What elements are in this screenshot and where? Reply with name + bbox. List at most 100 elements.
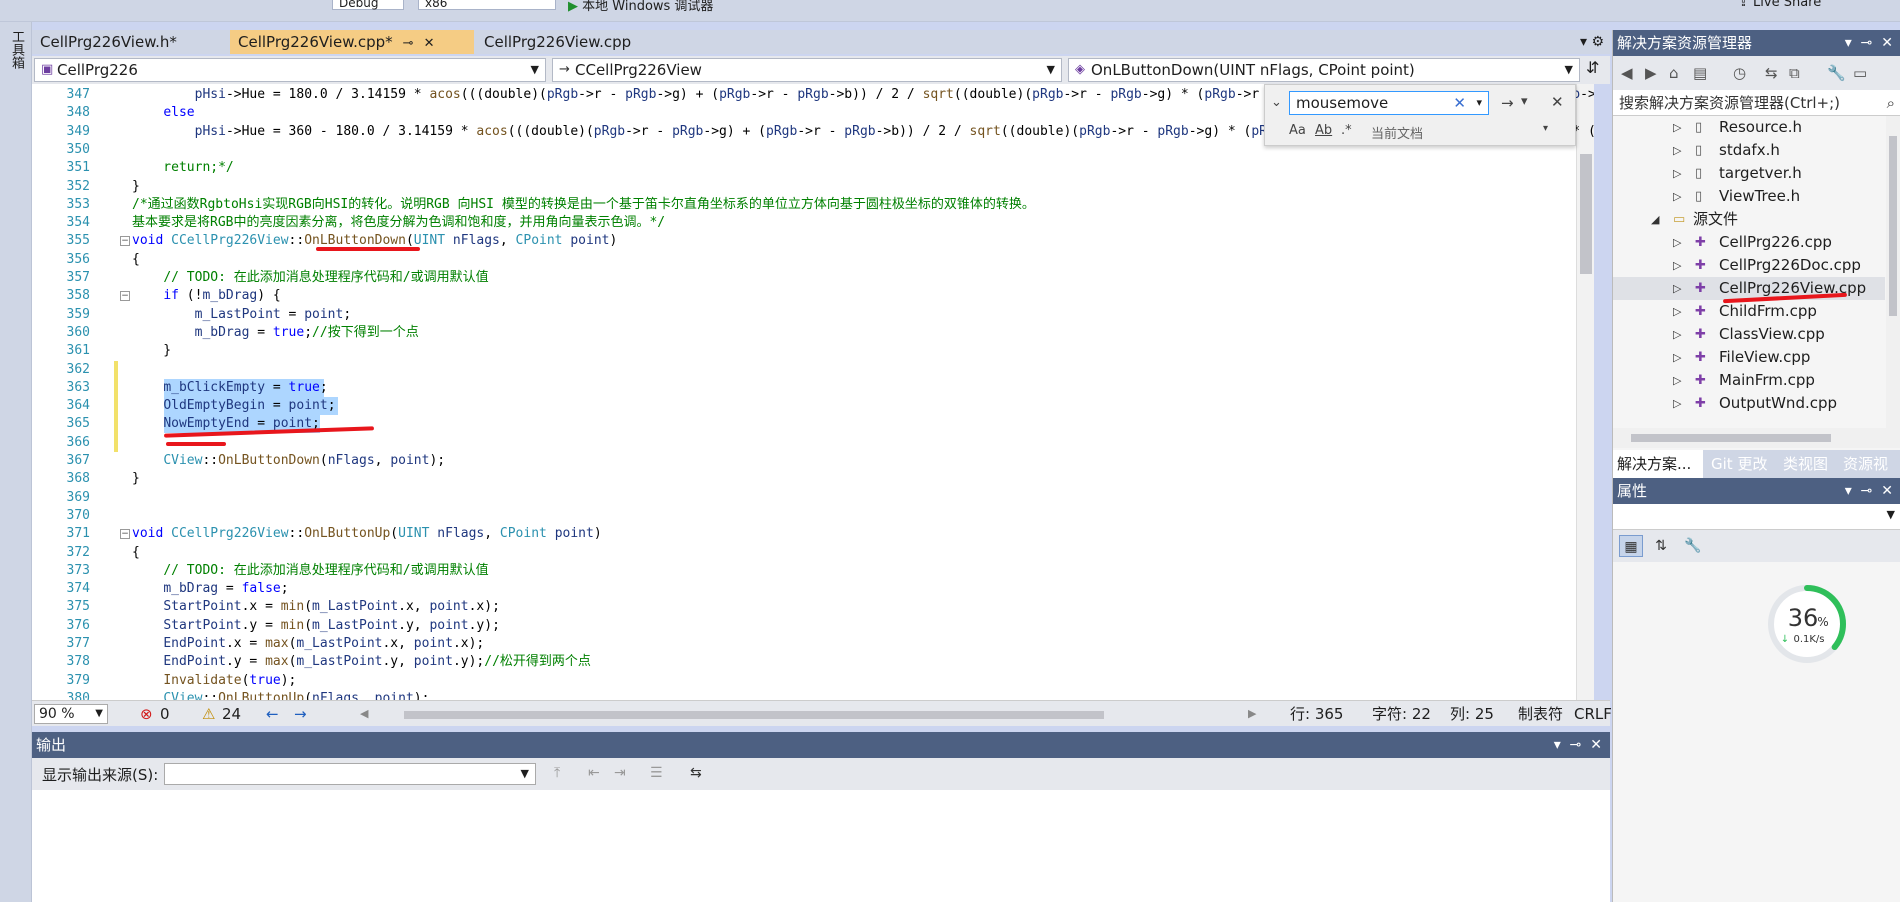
solution-search-input[interactable]: 搜索解决方案资源管理器(Ctrl+;) ⌕ xyxy=(1613,90,1900,116)
tab-view-h[interactable]: CellPrg226View.h* xyxy=(32,30,228,54)
tree-item[interactable]: ▷ ✚ ChildFrm.cpp xyxy=(1613,300,1885,323)
code-line[interactable]: 基本要求是将RGB中的亮度因素分离，将色度分解为色调和饱和度，并用角向量表示色调… xyxy=(132,214,665,232)
tab-git-changes[interactable]: Git 更改 xyxy=(1707,450,1779,478)
collapse-toggle[interactable]: − xyxy=(120,291,130,302)
expand-chevron-icon[interactable]: ▷ xyxy=(1673,300,1681,323)
tabs-indicator[interactable]: 制表符 xyxy=(1518,701,1563,727)
code-line[interactable]: } xyxy=(132,178,140,196)
platform-select[interactable]: x86 xyxy=(418,0,556,10)
error-count[interactable]: 0 xyxy=(160,701,170,727)
network-speed-widget[interactable]: 36 % 0.1K/s ↓ xyxy=(1767,584,1847,664)
code-line[interactable]: { xyxy=(132,544,140,562)
tree-vertical-scrollbar[interactable] xyxy=(1886,116,1900,428)
chevron-down-icon[interactable]: ⌄ xyxy=(1271,95,1282,110)
code-line[interactable]: m_bDrag = true;//按下得到一个点 xyxy=(132,324,419,342)
close-icon[interactable]: ✕ xyxy=(1551,93,1564,111)
tree-item[interactable]: ▷ ✚ OutputWnd.cpp xyxy=(1613,392,1885,415)
collapse-toggle[interactable]: − xyxy=(120,529,130,540)
code-line[interactable]: StartPoint.x = min(m_LastPoint.x, point.… xyxy=(132,598,500,616)
whole-word-toggle[interactable]: Ab xyxy=(1315,123,1332,138)
chevron-down-icon[interactable]: ▾ xyxy=(1845,483,1852,499)
expand-chevron-icon[interactable]: ▷ xyxy=(1673,369,1681,392)
code-line[interactable]: // TODO: 在此添加消息处理程序代码和/或调用默认值 xyxy=(132,269,488,287)
history-icon[interactable]: ◷ xyxy=(1733,64,1746,82)
output-body[interactable] xyxy=(32,790,1610,902)
switch-view-icon[interactable]: ▤ xyxy=(1693,64,1707,82)
prev-message-icon[interactable]: ⇤ xyxy=(588,765,600,781)
forward-icon[interactable]: ▶ xyxy=(1645,64,1657,82)
close-icon[interactable]: ✕ xyxy=(1881,483,1893,499)
code-line[interactable]: // TODO: 在此添加消息处理程序代码和/或调用默认值 xyxy=(132,562,488,580)
expand-chevron-icon[interactable]: ▷ xyxy=(1673,139,1681,162)
word-wrap-icon[interactable]: ⇆ xyxy=(690,765,702,781)
code-line[interactable]: m_LastPoint = point; xyxy=(132,306,352,324)
expand-chevron-icon[interactable]: ▷ xyxy=(1673,185,1681,208)
regex-toggle[interactable]: .* xyxy=(1341,123,1352,138)
tree-item[interactable]: ▷ ✚ CellPrg226.cpp xyxy=(1613,231,1885,254)
back-arrow-icon[interactable]: ← xyxy=(266,701,279,727)
config-select[interactable]: Debug xyxy=(332,0,404,10)
chevron-down-icon[interactable]: ▾ xyxy=(1580,34,1587,50)
expand-chevron-icon[interactable]: ▷ xyxy=(1673,277,1681,300)
code-line[interactable]: void CCellPrg226View::OnLButtonUp(UINT n… xyxy=(132,525,602,543)
tree-item[interactable]: ▷ ▯ targetver.h xyxy=(1613,162,1885,185)
goto-icon[interactable]: ⤒ xyxy=(554,765,560,781)
chevron-down-icon[interactable]: ▾ xyxy=(1554,737,1561,753)
match-case-toggle[interactable]: Aa xyxy=(1289,123,1306,138)
code-line[interactable]: OldEmptyBegin = point; xyxy=(132,397,335,415)
close-icon[interactable]: ✕ xyxy=(1590,737,1602,753)
code-line[interactable]: else xyxy=(132,104,194,122)
scroll-left-icon[interactable]: ◀ xyxy=(360,701,368,727)
code-line[interactable]: return;*/ xyxy=(132,159,233,177)
scroll-right-icon[interactable]: ▶ xyxy=(1248,701,1256,727)
code-line[interactable]: { xyxy=(132,251,140,269)
code-editor[interactable]: 347 348 349 350 351 352 353 354 355 356 357 358 359 3… xyxy=(32,84,1594,700)
properties-object-select[interactable]: ▼ xyxy=(1613,504,1900,530)
tree-item[interactable]: ▷ ▯ Resource.h xyxy=(1613,116,1885,139)
code-line[interactable]: m_bClickEmpty = true; xyxy=(132,379,327,397)
split-icon[interactable]: ⇵ xyxy=(1586,58,1599,77)
forward-arrow-icon[interactable]: → xyxy=(294,701,307,727)
tree-item[interactable]: ▷ ✚ MainFrm.cpp xyxy=(1613,369,1885,392)
code-line[interactable]: EndPoint.y = max(m_LastPoint.y, point.y)… xyxy=(132,653,591,671)
editor-vertical-scrollbar[interactable] xyxy=(1576,84,1594,700)
scroll-thumb[interactable] xyxy=(1889,136,1897,316)
panel-controls[interactable]: ▾ ⊸ ✕ xyxy=(1554,732,1602,758)
home-icon[interactable]: ⌂ xyxy=(1669,64,1679,82)
toolbox-label[interactable]: 工具箱 xyxy=(6,30,24,69)
tree-horizontal-scrollbar[interactable] xyxy=(1613,428,1900,448)
tree-item[interactable]: ▷ ▯ ViewTree.h xyxy=(1613,185,1885,208)
alphabetical-icon[interactable]: ⇅ xyxy=(1649,535,1673,557)
expand-chevron-icon[interactable]: ▷ xyxy=(1673,116,1681,139)
panel-controls[interactable]: ▾ ⊸ ✕ xyxy=(1845,30,1893,56)
expand-chevron-icon[interactable]: ▷ xyxy=(1673,346,1681,369)
warning-count[interactable]: 24 xyxy=(222,701,241,727)
expand-chevron-icon[interactable]: ▷ xyxy=(1673,254,1681,277)
live-share-button[interactable]: ⇪ Live Share xyxy=(1738,0,1821,10)
property-pages-icon[interactable]: 🔧 xyxy=(1681,535,1705,557)
pin-icon[interactable]: ⊸ xyxy=(403,36,414,51)
tab-solution[interactable]: 解决方案... xyxy=(1613,450,1703,478)
tab-view-cpp-active[interactable]: CellPrg226View.cpp* ⊸ ✕ xyxy=(230,30,474,54)
code-line[interactable]: StartPoint.y = min(m_LastPoint.y, point.… xyxy=(132,617,500,635)
code-line[interactable]: Invalidate(true); xyxy=(132,672,296,690)
gear-icon[interactable]: ⚙ xyxy=(1591,34,1604,50)
code-line[interactable]: m_bDrag = false; xyxy=(132,580,288,598)
code-line[interactable]: CView::OnLButtonDown(nFlags, point); xyxy=(132,452,445,470)
run-debugger-button[interactable]: ▶ 本地 Windows 调试器 xyxy=(568,0,713,14)
scroll-thumb[interactable] xyxy=(404,711,1104,719)
code-line[interactable]: } xyxy=(132,342,171,360)
expand-chevron-icon[interactable]: ▷ xyxy=(1673,323,1681,346)
expand-chevron-icon[interactable]: ▷ xyxy=(1673,231,1681,254)
tree-item[interactable]: ▷ ▯ stdafx.h xyxy=(1613,139,1885,162)
zoom-select[interactable]: 90 % ▼ xyxy=(34,704,108,724)
pin-icon[interactable]: ⊸ xyxy=(1570,737,1582,753)
project-select[interactable]: ▣ CellPrg226 ▼ xyxy=(34,58,546,82)
code-line[interactable]: } xyxy=(132,470,140,488)
expanded-chevron-icon[interactable]: ◢ xyxy=(1651,208,1659,231)
preview-icon[interactable]: ▭ xyxy=(1853,64,1867,82)
expand-chevron-icon[interactable]: ▷ xyxy=(1673,162,1681,185)
tree-item[interactable]: ▷ ✚ ClassView.cpp xyxy=(1613,323,1885,346)
tab-overflow-controls[interactable]: ▾ ⚙ xyxy=(1580,30,1604,54)
tree-item[interactable]: ▷ ✚ FileView.cpp xyxy=(1613,346,1885,369)
